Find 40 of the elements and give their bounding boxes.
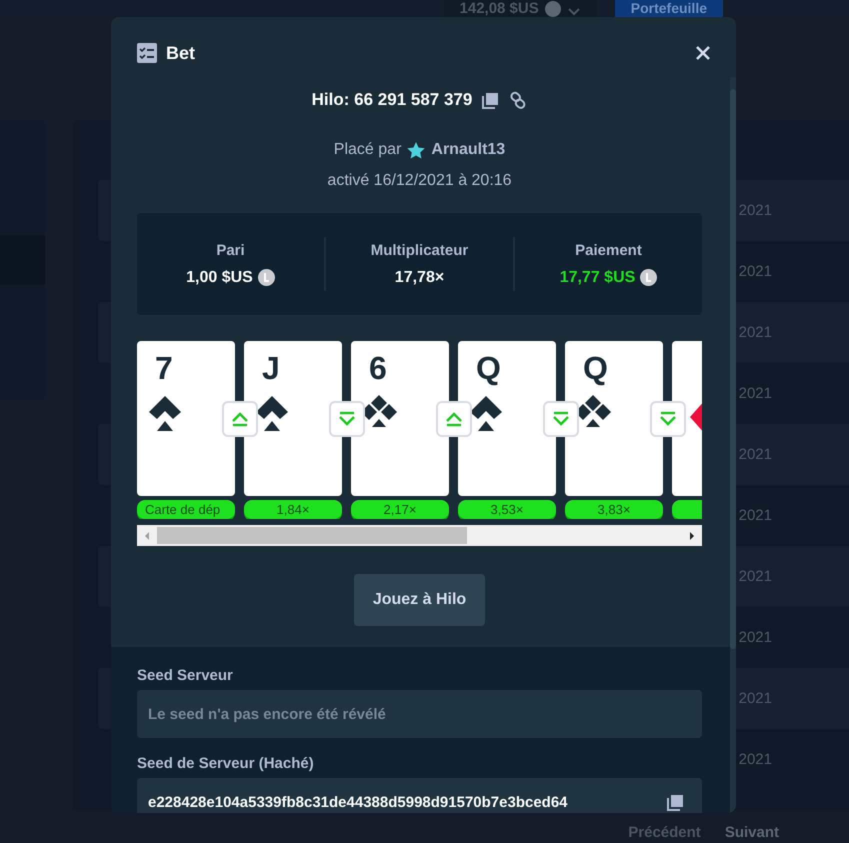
- multiplier-pill: 1,84×: [244, 500, 342, 519]
- table-cell: 2021: [738, 385, 772, 402]
- stat-label: Pari: [216, 242, 245, 258]
- field-label: Seed de Serveur (Haché): [137, 755, 315, 772]
- player-name[interactable]: Arnault13: [431, 141, 506, 159]
- card-rank: Q: [583, 351, 608, 385]
- modal-title: Bet: [166, 42, 196, 64]
- activation-date: activé 16/12/2021 à 20:16: [326, 172, 513, 190]
- stat-value: 1,00 $US: [186, 268, 253, 286]
- stat-value: 17,78×: [394, 268, 444, 286]
- card-rank: Q: [476, 351, 501, 385]
- card-rank: 7: [155, 351, 173, 385]
- multiplier-pill: Carte de dép: [137, 500, 235, 519]
- placed-by-label: Placé par: [334, 141, 402, 159]
- table-cell: 2021: [738, 629, 772, 646]
- balance-display[interactable]: 142,08 $US: [444, 0, 597, 17]
- game-id: Hilo: 66 291 587 379: [312, 90, 472, 110]
- multiplier-pill: 3,53×: [458, 500, 556, 519]
- table-cell: 2021: [738, 507, 772, 524]
- multiplier-pill: 2,17×: [351, 500, 449, 519]
- table-cell: 2021: [738, 751, 772, 768]
- table-cell: 2021: [738, 568, 772, 585]
- pagination-button[interactable]: Suivant: [724, 824, 779, 843]
- seed-field[interactable]: Le seed n'a pas encore été révélé: [137, 690, 702, 738]
- wallet-button[interactable]: Portefeuille: [614, 0, 723, 17]
- table-cell: 2021: [738, 446, 772, 463]
- table-cell: 2021: [738, 202, 772, 219]
- seed-field[interactable]: e228428e104a5339fb8c31de44388d5998d91570b7e3bced64: [137, 778, 702, 813]
- card-rank: 6: [369, 351, 387, 385]
- balance-amount: 142,08 $US: [460, 0, 539, 17]
- card-rank: J: [262, 351, 280, 385]
- stat-label: Multiplicateur: [370, 242, 468, 258]
- table-cell: 2021: [738, 690, 772, 707]
- field-label: Seed Serveur: [137, 667, 234, 684]
- stat-label: Paiement: [575, 242, 642, 258]
- table-cell: 2021: [738, 263, 772, 280]
- play-button[interactable]: Jouez à Hilo: [354, 574, 485, 626]
- stat-value: 17,77 $US: [560, 268, 636, 286]
- multiplier-pill: 3,83×: [565, 500, 663, 519]
- table-cell: 2021: [738, 324, 772, 341]
